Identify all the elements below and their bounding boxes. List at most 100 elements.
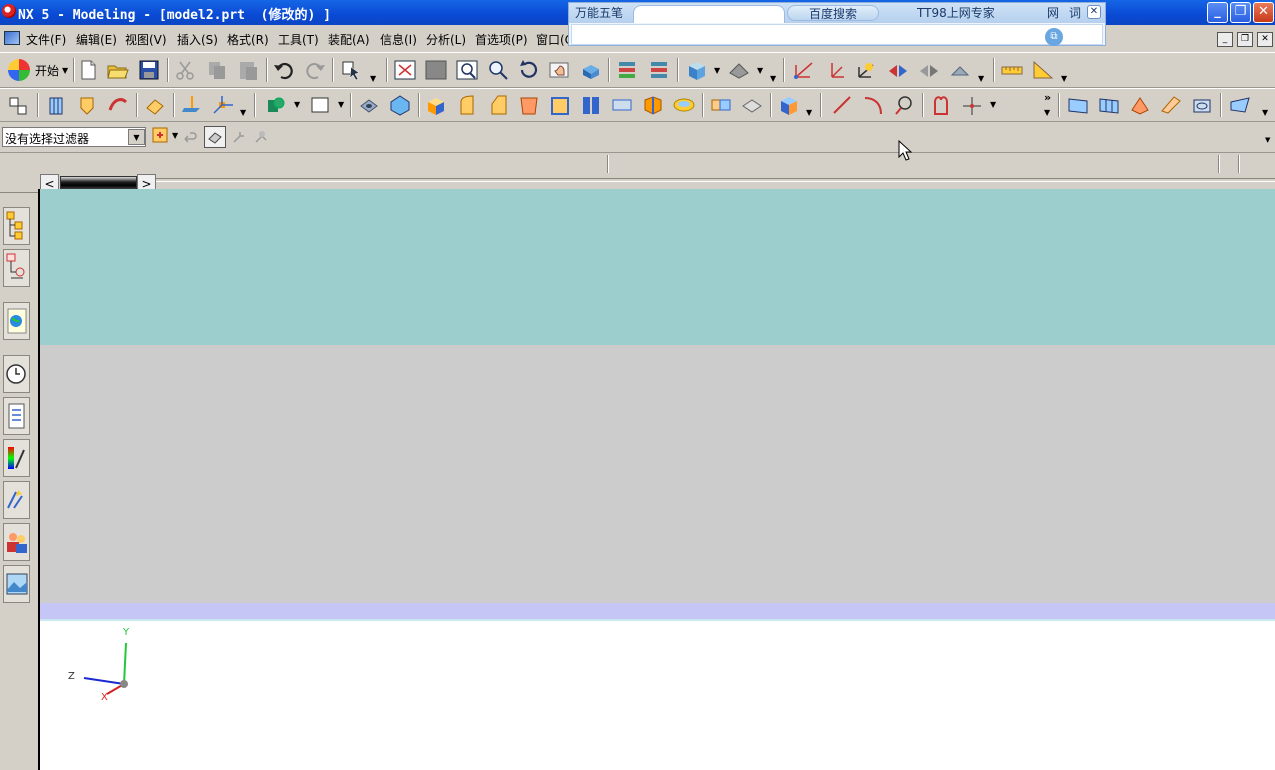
line-icon[interactable]	[830, 94, 854, 116]
ime-close-button[interactable]: ✕	[1087, 5, 1101, 19]
sweep-icon[interactable]	[106, 94, 130, 116]
start-label[interactable]: 开始	[35, 62, 59, 79]
toolbar-overflow-icon[interactable]: »	[1044, 91, 1051, 104]
mirror-feature-icon[interactable]	[610, 94, 634, 116]
chamfer-icon[interactable]	[486, 94, 510, 116]
fit-view-icon[interactable]	[393, 59, 417, 81]
ime-tab-baidu[interactable]: 百度搜索	[787, 5, 879, 21]
boss-icon[interactable]	[388, 94, 412, 116]
wcs-display-icon[interactable]	[917, 59, 941, 81]
n-sided-surface-icon[interactable]	[1159, 94, 1183, 116]
edge-blend-icon[interactable]	[455, 94, 479, 116]
shaded-box-icon[interactable]	[685, 59, 709, 81]
measure-angle-icon[interactable]	[1031, 59, 1055, 81]
wcs-dynamics-icon[interactable]	[855, 59, 879, 81]
type-filter-arrow-icon[interactable]: ▼	[128, 129, 145, 145]
revolve-icon[interactable]	[75, 94, 99, 116]
graphics-window[interactable]: Y Z X	[40, 189, 1275, 770]
quick-pick-button[interactable]	[204, 126, 226, 148]
extrude-icon[interactable]	[44, 94, 68, 116]
zoom-icon[interactable]	[455, 59, 479, 81]
unite-icon[interactable]	[709, 94, 733, 116]
menu-tools[interactable]: 工具(T)	[278, 31, 319, 48]
ime-active-tab[interactable]	[633, 5, 785, 23]
zoom-window-icon[interactable]	[424, 59, 448, 81]
through-curve-mesh-icon[interactable]	[1097, 94, 1121, 116]
datum-dropdown-icon[interactable]: ▼	[240, 107, 248, 119]
arc-icon[interactable]	[861, 94, 885, 116]
rectangle-dropdown-icon[interactable]: ▼	[338, 99, 346, 111]
circle-icon[interactable]	[892, 94, 916, 116]
pan-icon[interactable]	[548, 59, 572, 81]
shaded-view-icon[interactable]	[579, 59, 603, 81]
copy-icon[interactable]	[205, 59, 229, 81]
menu-analysis[interactable]: 分析(L)	[426, 31, 466, 48]
datum-csys-icon[interactable]	[211, 94, 235, 116]
swept-surface-icon[interactable]	[1128, 94, 1152, 116]
cut-icon[interactable]	[173, 59, 197, 81]
trim-body-icon[interactable]	[641, 94, 665, 116]
web-browser-tab[interactable]	[3, 302, 30, 340]
selection-bar-more-icon[interactable]: ▼	[1265, 136, 1270, 144]
toolbar2-more-icon[interactable]: ▼	[1262, 107, 1270, 119]
start-dropdown-icon[interactable]: ▼	[62, 65, 70, 77]
assembly-navigator-tab[interactable]	[3, 207, 30, 245]
background-icon[interactable]	[727, 59, 751, 81]
shell-icon[interactable]	[548, 94, 572, 116]
toolbar1-more-icon[interactable]: ▼	[770, 73, 778, 85]
layer-settings-icon[interactable]	[615, 59, 639, 81]
open-folder-icon[interactable]	[106, 59, 130, 81]
doc-minimize-button[interactable]: _	[1217, 32, 1233, 47]
toolbar-overflow-dropdown-icon[interactable]: ▼	[1044, 107, 1052, 119]
block-icon[interactable]	[424, 94, 448, 116]
bounded-plane-icon[interactable]	[1190, 94, 1214, 116]
wcs-save-icon[interactable]	[948, 59, 972, 81]
menu-format[interactable]: 格式(R)	[227, 31, 269, 48]
subtract-icon[interactable]	[740, 94, 764, 116]
render-style-dropdown-icon[interactable]: ▼	[714, 65, 722, 77]
sketch-icon[interactable]	[6, 94, 30, 116]
ime-tab-word[interactable]: 词	[1069, 5, 1081, 21]
ime-tab-web[interactable]: 网	[1047, 5, 1059, 21]
doc-close-button[interactable]: ✕	[1257, 32, 1273, 47]
offset-face-icon[interactable]	[672, 94, 696, 116]
sew-icon[interactable]	[777, 94, 801, 116]
zoom-in-out-icon[interactable]	[486, 59, 510, 81]
menu-preferences[interactable]: 首选项(P)	[475, 31, 528, 48]
wcs-origin-icon[interactable]	[792, 59, 816, 81]
history-tab[interactable]	[3, 355, 30, 393]
deselect-icon[interactable]	[182, 129, 198, 145]
menu-view[interactable]: 视图(V)	[125, 31, 167, 48]
close-button[interactable]: ✕	[1253, 2, 1274, 23]
menu-insert[interactable]: 插入(S)	[177, 31, 218, 48]
minimize-button[interactable]: _	[1207, 2, 1228, 23]
through-curves-icon[interactable]	[1066, 94, 1090, 116]
maximize-button[interactable]: ❐	[1230, 2, 1251, 23]
toolbar1-more3-icon[interactable]: ▼	[1061, 73, 1069, 85]
wcs-orient-icon[interactable]	[886, 59, 910, 81]
intersection-curve-icon[interactable]	[960, 94, 984, 116]
paste-icon[interactable]	[236, 59, 260, 81]
redo-icon[interactable]	[303, 59, 327, 81]
ime-tab-tt98[interactable]: TT98上网专家	[917, 5, 995, 21]
system-materials-tab[interactable]	[3, 397, 30, 435]
menu-file[interactable]: 文件(F)	[26, 31, 66, 48]
feature-more-icon[interactable]: ▼	[806, 107, 814, 119]
selection-dropdown-icon[interactable]: ▼	[370, 73, 378, 85]
wcs-rotate-icon[interactable]	[824, 59, 848, 81]
curve-dropdown-icon[interactable]: ▼	[990, 99, 998, 111]
selection-scope-dropdown-icon[interactable]: ▼	[172, 131, 178, 140]
training-tab[interactable]	[3, 565, 30, 603]
start-icon[interactable]	[8, 59, 30, 81]
point-icon[interactable]	[264, 94, 288, 116]
hole-icon[interactable]	[357, 94, 381, 116]
datum-plane-icon[interactable]	[143, 94, 167, 116]
studio-surface-icon[interactable]	[1228, 94, 1252, 116]
doc-restore-button[interactable]: ❐	[1237, 32, 1253, 47]
menu-edit[interactable]: 编辑(E)	[76, 31, 117, 48]
selection-scope-icon[interactable]	[152, 127, 170, 145]
menu-assemblies[interactable]: 装配(A)	[328, 31, 370, 48]
snap-end-icon[interactable]	[252, 128, 270, 146]
undo-icon[interactable]	[272, 59, 296, 81]
toolbar1-more2-icon[interactable]: ▼	[978, 73, 986, 85]
